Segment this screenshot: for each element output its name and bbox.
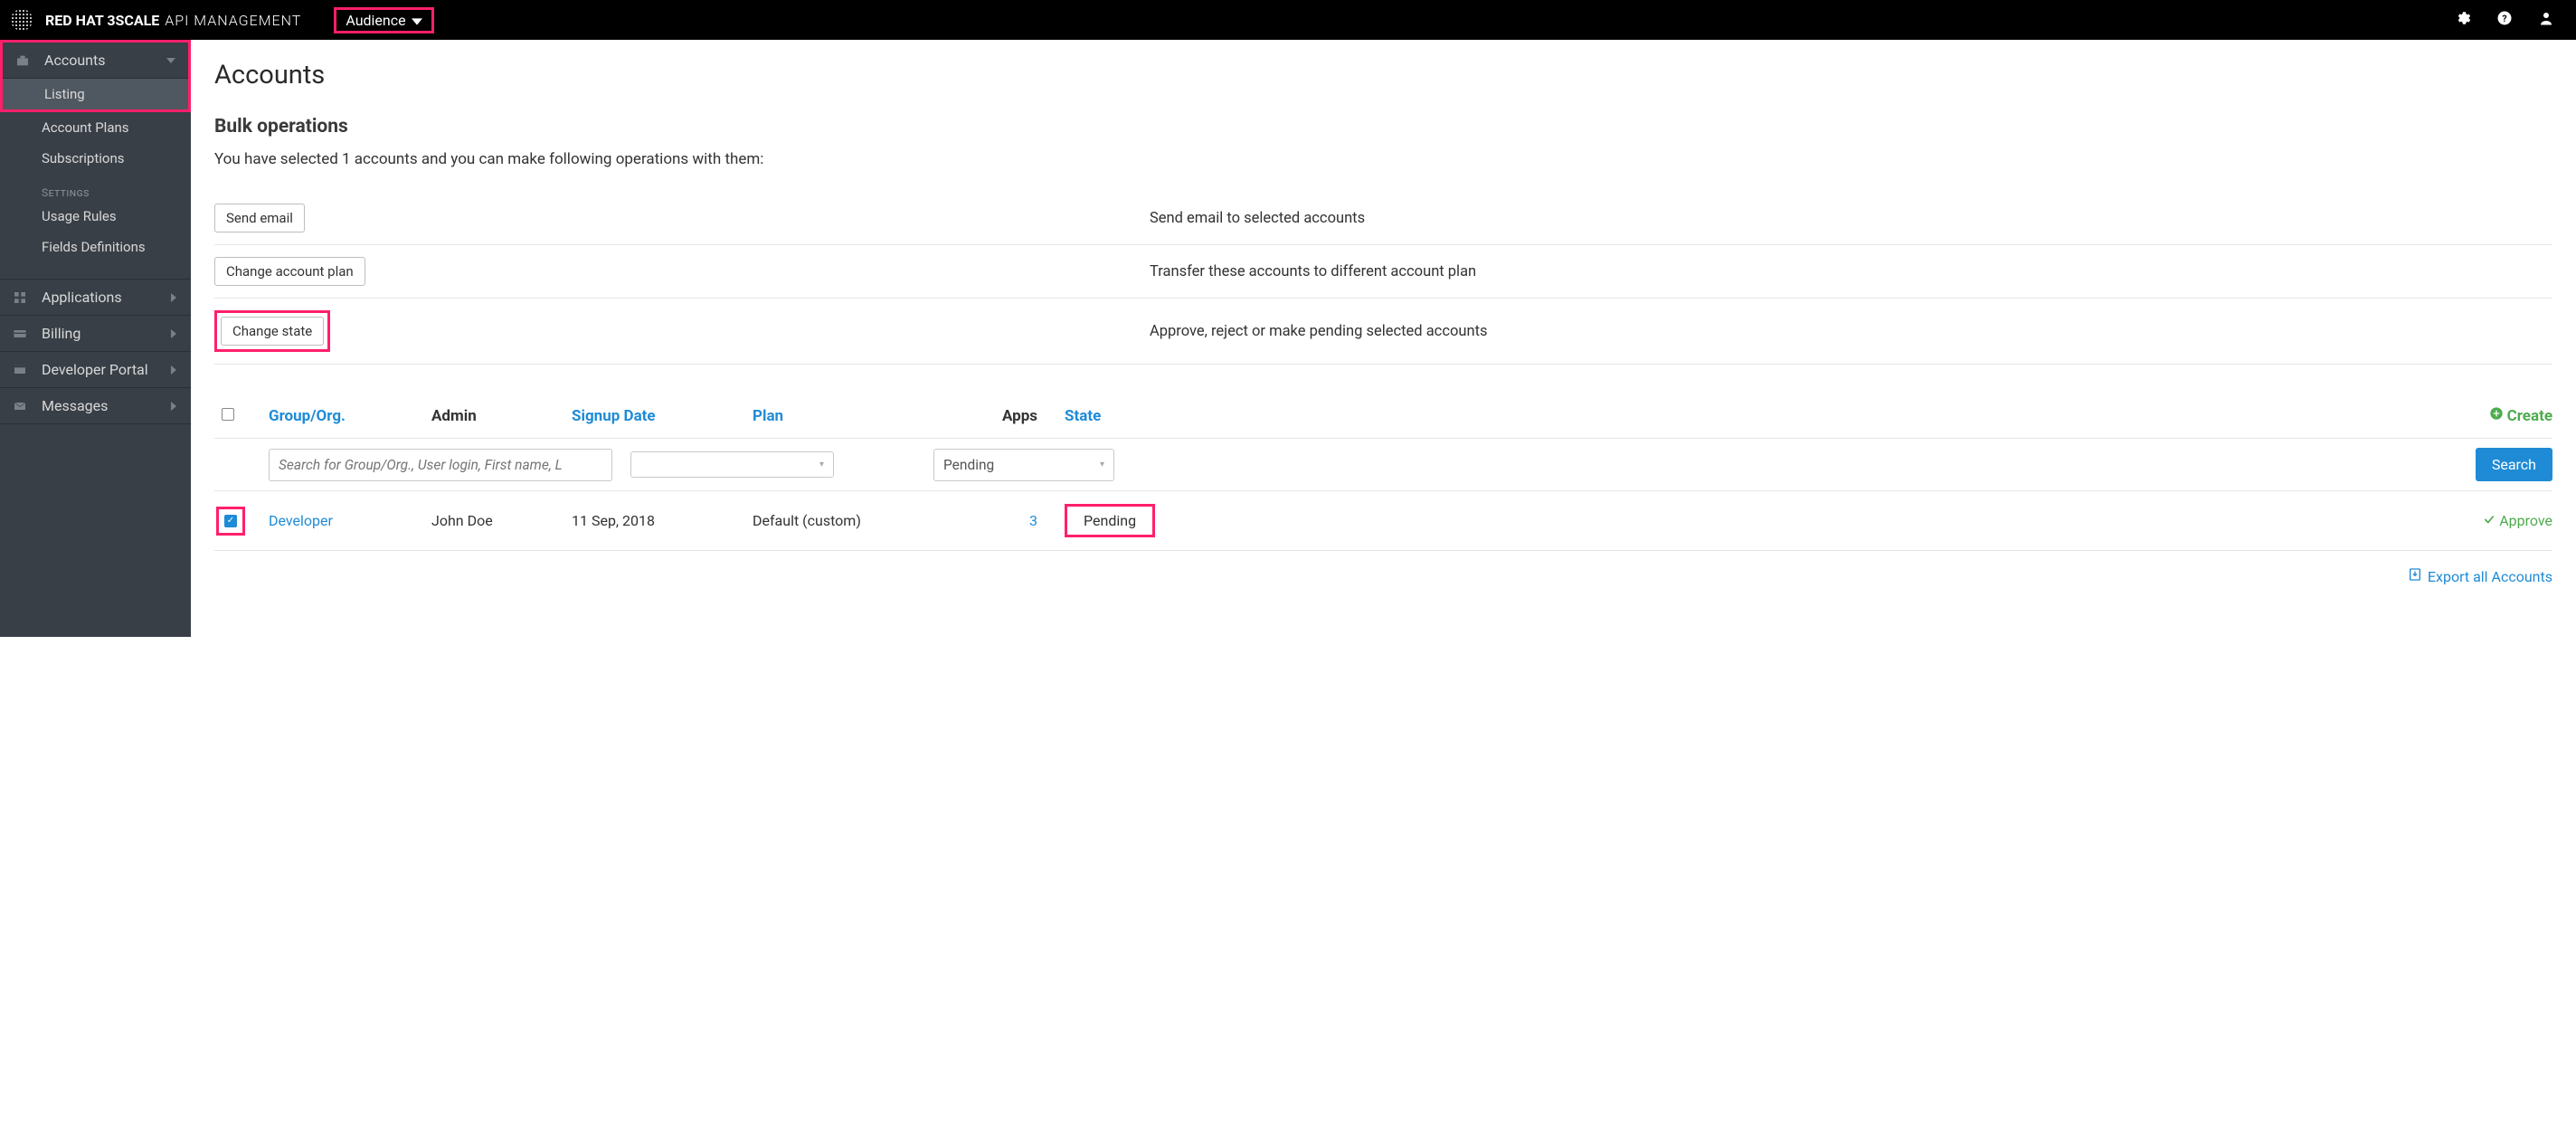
account-apps-link[interactable]: 3 bbox=[1029, 512, 1037, 529]
portal-icon bbox=[13, 363, 29, 377]
export-all-accounts-link[interactable]: Export all Accounts bbox=[2428, 568, 2552, 585]
bulk-op-change-plan: Change account plan Transfer these accou… bbox=[214, 245, 2552, 299]
account-state: Pending bbox=[1065, 504, 1155, 537]
sidebar-sub-account-plans[interactable]: Account Plans bbox=[0, 112, 191, 143]
col-header-group[interactable]: Group/Org. bbox=[269, 407, 431, 425]
account-group-link[interactable]: Developer bbox=[269, 512, 333, 529]
sidebar-sub-usage-rules[interactable]: Usage Rules bbox=[0, 201, 191, 232]
sidebar-sub-listing[interactable]: Listing bbox=[3, 79, 188, 109]
triangle-down-icon: ▾ bbox=[1100, 460, 1104, 470]
context-dropdown-audience[interactable]: Audience bbox=[334, 7, 433, 33]
send-email-button[interactable]: Send email bbox=[214, 204, 305, 232]
col-header-plan[interactable]: Plan bbox=[753, 407, 974, 425]
change-account-plan-button[interactable]: Change account plan bbox=[214, 257, 365, 286]
context-dropdown-label: Audience bbox=[346, 12, 405, 29]
sidebar: Accounts Listing Account Plans Subscript… bbox=[0, 40, 191, 637]
bulk-selection-message: You have selected 1 accounts and you can… bbox=[214, 150, 2552, 168]
col-header-apps: Apps bbox=[974, 407, 1065, 425]
sidebar-sub-fields-definitions[interactable]: Fields Definitions bbox=[0, 232, 191, 262]
sidebar-label: Accounts bbox=[44, 52, 105, 69]
create-account-link[interactable]: Create bbox=[2489, 406, 2552, 425]
envelope-icon bbox=[13, 399, 29, 413]
sidebar-item-applications[interactable]: Applications bbox=[0, 279, 191, 316]
triangle-down-icon: ▾ bbox=[819, 460, 824, 470]
top-navbar: RED HAT 3SCALE API MANAGEMENT Audience ? bbox=[0, 0, 2576, 40]
table-header-row: Group/Org. Admin Signup Date Plan Apps S… bbox=[214, 401, 2552, 439]
sidebar-category-settings: Settings bbox=[0, 174, 191, 201]
select-all-checkbox[interactable] bbox=[222, 408, 234, 421]
change-state-desc: Approve, reject or make pending selected… bbox=[1150, 323, 2552, 340]
state-filter-select[interactable]: Pending▾ bbox=[933, 449, 1114, 481]
brand-logo-icon bbox=[11, 9, 33, 31]
account-plan: Default (custom) bbox=[753, 512, 974, 529]
row-checkbox[interactable] bbox=[224, 515, 237, 527]
bulk-op-send-email: Send email Send email to selected accoun… bbox=[214, 192, 2552, 245]
table-row: Developer John Doe 11 Sep, 2018 Default … bbox=[214, 491, 2552, 551]
sidebar-item-developer-portal[interactable]: Developer Portal bbox=[0, 352, 191, 388]
main-content: Accounts Bulk operations You have select… bbox=[191, 40, 2576, 637]
chevron-right-icon bbox=[169, 397, 178, 414]
brand-bold: RED HAT 3SCALE bbox=[45, 12, 159, 29]
page-title: Accounts bbox=[214, 60, 2552, 90]
chevron-right-icon bbox=[169, 361, 178, 378]
accounts-table: Group/Org. Admin Signup Date Plan Apps S… bbox=[214, 401, 2552, 585]
send-email-desc: Send email to selected accounts bbox=[1150, 210, 2552, 227]
chevron-right-icon bbox=[169, 289, 178, 306]
plus-circle-icon bbox=[2489, 406, 2504, 425]
help-icon[interactable]: ? bbox=[2496, 10, 2513, 30]
brand-text: RED HAT 3SCALE API MANAGEMENT bbox=[45, 12, 301, 29]
bulk-op-change-state: Change state Approve, reject or make pen… bbox=[214, 299, 2552, 365]
sidebar-item-messages[interactable]: Messages bbox=[0, 388, 191, 424]
search-input[interactable] bbox=[269, 449, 612, 481]
table-filter-row: ▾ Pending▾ Search bbox=[214, 439, 2552, 491]
chevron-down-icon bbox=[412, 12, 422, 29]
sidebar-item-billing[interactable]: Billing bbox=[0, 316, 191, 352]
settings-gear-icon[interactable] bbox=[2455, 10, 2471, 30]
cubes-icon bbox=[13, 290, 29, 305]
chevron-right-icon bbox=[169, 325, 178, 342]
plan-filter-select[interactable]: ▾ bbox=[630, 451, 834, 478]
check-icon bbox=[2483, 512, 2496, 529]
credit-card-icon bbox=[13, 327, 29, 341]
col-header-admin: Admin bbox=[431, 407, 572, 425]
account-admin: John Doe bbox=[431, 512, 572, 529]
col-header-signup[interactable]: Signup Date bbox=[572, 407, 753, 425]
approve-link[interactable]: Approve bbox=[2483, 512, 2552, 529]
change-plan-desc: Transfer these accounts to different acc… bbox=[1150, 263, 2552, 280]
col-header-state[interactable]: State bbox=[1065, 407, 1264, 425]
export-icon bbox=[2408, 567, 2422, 585]
user-icon[interactable] bbox=[2538, 10, 2554, 30]
sidebar-item-accounts[interactable]: Accounts bbox=[3, 43, 188, 79]
account-signup-date: 11 Sep, 2018 bbox=[572, 512, 753, 529]
bulk-operations-heading: Bulk operations bbox=[214, 116, 2552, 138]
svg-text:?: ? bbox=[2502, 13, 2506, 24]
chevron-down-icon bbox=[166, 52, 175, 69]
brand-thin: API MANAGEMENT bbox=[165, 12, 301, 29]
search-button[interactable]: Search bbox=[2476, 448, 2552, 481]
briefcase-icon bbox=[15, 53, 32, 68]
change-state-button[interactable]: Change state bbox=[221, 317, 324, 346]
sidebar-sub-subscriptions[interactable]: Subscriptions bbox=[0, 143, 191, 174]
